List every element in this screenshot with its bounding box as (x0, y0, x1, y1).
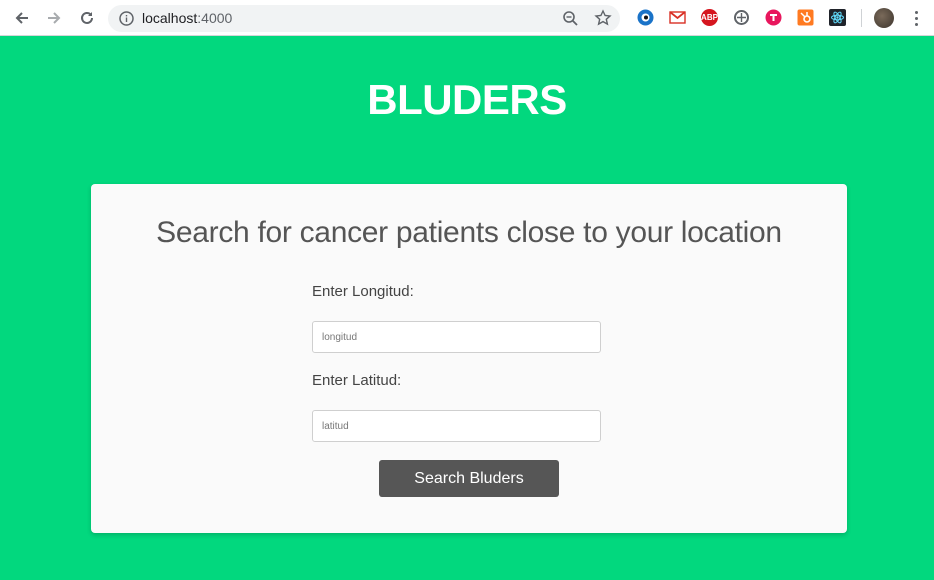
browser-toolbar: localhost:4000 ABP (0, 0, 934, 36)
info-icon[interactable] (118, 10, 135, 27)
reload-icon[interactable] (77, 8, 97, 28)
toolbar-divider (861, 9, 862, 27)
url-text[interactable]: localhost:4000 (142, 10, 232, 27)
longitude-input[interactable] (312, 321, 601, 353)
forward-arrow-icon[interactable] (44, 8, 64, 28)
longitude-label: Enter Longitud: (312, 283, 414, 300)
extension-hubspot-icon[interactable] (797, 9, 814, 26)
address-bar[interactable]: localhost:4000 (108, 5, 620, 32)
latitude-input[interactable] (312, 410, 601, 442)
extension-react-icon[interactable] (829, 9, 846, 26)
url-port: :4000 (197, 10, 233, 26)
star-icon[interactable] (594, 9, 612, 27)
extension-eye-icon[interactable] (637, 9, 654, 26)
latitude-label: Enter Latitud: (312, 372, 402, 389)
site-title: BLUDERS (367, 76, 567, 123)
url-host: localhost (142, 10, 198, 26)
search-heading: Search for cancer patients close to your… (156, 216, 782, 249)
back-arrow-icon[interactable] (12, 8, 32, 28)
extension-gmail-icon[interactable] (669, 9, 686, 26)
extension-adblock-icon[interactable]: ABP (701, 9, 718, 26)
search-button[interactable]: Search Bluders (379, 460, 559, 497)
extension-todoist-icon[interactable] (765, 9, 782, 26)
profile-avatar[interactable] (874, 8, 894, 28)
menu-icon[interactable] (910, 9, 922, 27)
adblock-text: ABP (701, 13, 718, 22)
search-card: Search for cancer patients close to your… (91, 184, 847, 533)
zoom-icon[interactable] (562, 10, 579, 27)
extension-lens-icon[interactable] (733, 9, 750, 26)
